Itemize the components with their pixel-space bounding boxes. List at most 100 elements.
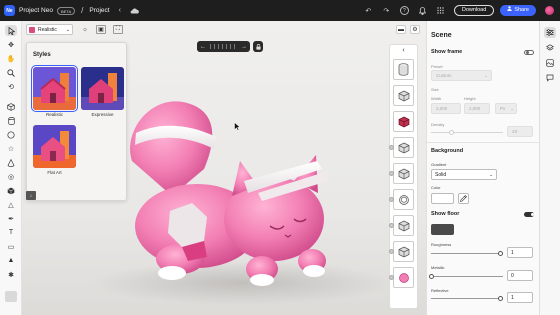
minus-icon[interactable]: ▬ bbox=[396, 25, 406, 34]
preset-label: Preset bbox=[431, 64, 443, 69]
project-name[interactable]: Project bbox=[89, 7, 109, 14]
style-dropdown[interactable]: Realistic ⌄ bbox=[26, 24, 73, 35]
share-button[interactable]: Share bbox=[500, 5, 536, 16]
show-frame-toggle[interactable] bbox=[524, 50, 534, 55]
density-input[interactable]: 2X bbox=[507, 126, 533, 137]
height-input[interactable]: 2,000 bbox=[464, 103, 490, 114]
comment-icon[interactable] bbox=[544, 72, 556, 83]
slider-knob[interactable] bbox=[449, 130, 454, 135]
properties-sliders-icon[interactable] bbox=[544, 27, 556, 38]
arrow-right-icon[interactable]: → bbox=[241, 44, 247, 50]
asset-red-cube-icon[interactable] bbox=[393, 111, 414, 132]
color-swatch-tool[interactable] bbox=[5, 291, 17, 302]
orbit-tool-icon[interactable]: ⟲ bbox=[5, 81, 17, 92]
torus-tool-icon[interactable]: ◎ bbox=[5, 171, 17, 182]
apps-grid-icon[interactable] bbox=[436, 6, 445, 15]
slider-knob[interactable] bbox=[498, 296, 503, 301]
chevron-down-icon: ⌄ bbox=[65, 26, 70, 33]
sphere-tool-icon[interactable] bbox=[5, 129, 17, 140]
show-floor-toggle[interactable] bbox=[524, 212, 534, 217]
reflective-value: 1 bbox=[511, 294, 514, 301]
asset-pink-sphere-icon[interactable] bbox=[389, 267, 414, 288]
asset-sphere-cube-icon[interactable] bbox=[389, 189, 414, 210]
viewport-canvas[interactable]: Realistic ⌄ ☼ ▣ ⛶ ▬ ⚙ ← → Styles Realist… bbox=[22, 21, 426, 315]
metallic-input[interactable]: 0 bbox=[507, 270, 533, 281]
arrow-left-icon[interactable]: ← bbox=[200, 44, 206, 50]
asset-indicator bbox=[389, 145, 394, 150]
background-section-title: Background bbox=[431, 148, 464, 154]
asset-cylinder-icon[interactable] bbox=[393, 59, 414, 80]
box-tool-icon[interactable] bbox=[5, 185, 17, 196]
lock-icon[interactable] bbox=[253, 41, 263, 52]
height-value: 2,000 bbox=[469, 106, 481, 111]
pyramid-tool-icon[interactable]: △ bbox=[5, 199, 17, 210]
frame-icon[interactable]: ⛶ bbox=[113, 25, 123, 34]
style-card-realistic[interactable] bbox=[31, 65, 78, 112]
slider-knob[interactable] bbox=[498, 251, 503, 256]
chevron-left-icon[interactable]: ‹ bbox=[119, 7, 121, 14]
redo-icon[interactable]: ↷ bbox=[382, 6, 391, 15]
select-tool-icon[interactable] bbox=[5, 25, 17, 36]
roughness-slider[interactable] bbox=[431, 251, 503, 256]
cone-tool-icon[interactable] bbox=[5, 157, 17, 168]
right-rail bbox=[539, 21, 560, 315]
asset-indicator bbox=[389, 249, 394, 254]
cube-tool-icon[interactable] bbox=[5, 101, 17, 112]
floor-color-swatch[interactable] bbox=[431, 224, 454, 235]
help-icon[interactable]: ? bbox=[399, 6, 409, 15]
settings-tool-icon[interactable]: ✱ bbox=[5, 269, 17, 280]
toggle-knob bbox=[531, 213, 534, 216]
triangle-tool-icon[interactable]: ▲ bbox=[5, 255, 17, 266]
style-card-flat-art[interactable] bbox=[33, 125, 76, 168]
asset-cube-icon[interactable] bbox=[389, 215, 414, 236]
arrow-down-icon[interactable]: ↓ bbox=[26, 191, 36, 200]
gradient-value: Solid bbox=[435, 171, 447, 178]
reflective-input[interactable]: 1 bbox=[507, 292, 533, 303]
bell-icon[interactable] bbox=[418, 6, 427, 15]
show-floor-label: Show floor bbox=[431, 211, 460, 217]
metallic-slider[interactable] bbox=[429, 274, 503, 279]
scene-panel-title: Scene bbox=[431, 32, 452, 39]
avatar[interactable] bbox=[545, 6, 554, 15]
preset-dropdown[interactable]: Custom ⌄ bbox=[431, 70, 492, 81]
slider-knob[interactable] bbox=[429, 274, 434, 279]
width-input[interactable]: 2,000 bbox=[431, 103, 461, 114]
metallic-label: Metallic bbox=[431, 265, 445, 270]
cylinder-tool-icon[interactable] bbox=[5, 115, 17, 126]
pen-tool-icon[interactable]: ✒ bbox=[5, 213, 17, 224]
layers-icon[interactable] bbox=[544, 42, 556, 53]
beta-badge: BETA bbox=[56, 6, 76, 15]
reflective-slider[interactable] bbox=[431, 296, 503, 301]
hand-tool-icon[interactable]: ✋ bbox=[5, 53, 17, 64]
camera-view-icon[interactable]: ▣ bbox=[96, 25, 106, 34]
asset-indicator bbox=[389, 197, 394, 202]
zoom-tool-icon[interactable] bbox=[5, 67, 17, 78]
asset-cube-icon[interactable] bbox=[389, 241, 414, 262]
move-tool-icon[interactable]: ✥ bbox=[5, 39, 17, 50]
unit-dropdown[interactable]: Px ⌄ bbox=[495, 103, 517, 114]
style-card-expressive[interactable] bbox=[81, 67, 124, 110]
app-logo[interactable]: Ne bbox=[4, 5, 15, 16]
download-button[interactable]: Download bbox=[453, 5, 495, 16]
timeline-scrubber[interactable]: ← → bbox=[197, 41, 250, 52]
library-icon[interactable] bbox=[544, 57, 556, 68]
roughness-input[interactable]: 1 bbox=[507, 247, 533, 258]
capsule-tool-icon[interactable]: ▭ bbox=[5, 241, 17, 252]
top-bar: Ne Project Neo BETA / Project ‹ ↶ ↷ ? Do… bbox=[0, 0, 560, 21]
density-slider[interactable] bbox=[431, 130, 503, 135]
eyedropper-icon[interactable] bbox=[458, 193, 469, 204]
text-tool-icon[interactable]: T bbox=[5, 227, 17, 238]
style-dropdown-value: Realistic bbox=[38, 26, 57, 33]
star-tool-icon[interactable]: ☆ bbox=[5, 143, 17, 154]
viewport-settings-icon[interactable]: ⚙ bbox=[410, 25, 420, 34]
lighting-icon[interactable]: ☼ bbox=[80, 25, 90, 34]
asset-cube-icon[interactable] bbox=[393, 85, 414, 106]
gradient-dropdown[interactable]: Solid ⌄ bbox=[431, 169, 497, 180]
chevron-left-icon[interactable]: ‹ bbox=[390, 47, 417, 54]
asset-cube-icon[interactable] bbox=[389, 163, 414, 184]
background-color-swatch[interactable] bbox=[431, 193, 454, 204]
reflective-label: Reflective bbox=[431, 288, 449, 293]
undo-icon[interactable]: ↶ bbox=[364, 6, 373, 15]
asset-cube-icon[interactable] bbox=[389, 137, 414, 158]
timeline-ticks[interactable] bbox=[210, 44, 237, 49]
